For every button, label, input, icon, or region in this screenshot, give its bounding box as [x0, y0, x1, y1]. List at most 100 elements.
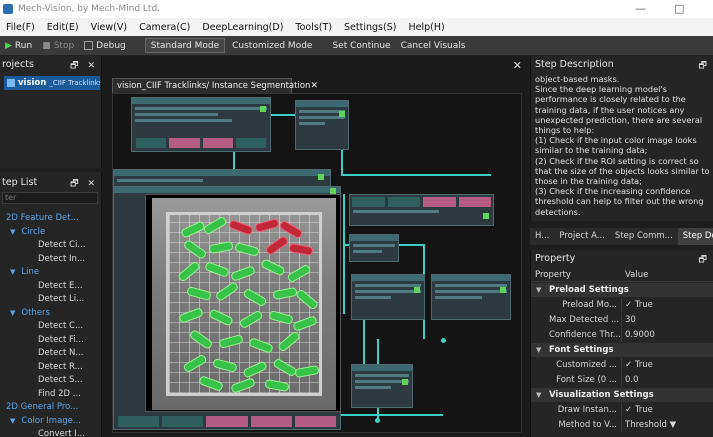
collapse-triangle-icon[interactable]: ▼: [536, 286, 541, 294]
project-item[interactable]: vision _CIIF Tracklinks: [4, 76, 100, 90]
panel-tab[interactable]: Step Des: [677, 228, 713, 245]
tree-category[interactable]: ▼ Circle: [0, 226, 102, 240]
tree-item[interactable]: Detect Ci...: [0, 239, 102, 253]
step-node[interactable]: [431, 274, 511, 320]
property-group-label: Preload Settings: [549, 285, 629, 295]
expand-triangle-icon[interactable]: ▼: [10, 417, 15, 425]
property-row[interactable]: Preload Mo... ✓ True: [531, 298, 713, 312]
output-dot[interactable]: [375, 418, 380, 423]
node-port[interactable]: [414, 287, 420, 293]
close-tab-icon[interactable]: ✕: [310, 81, 318, 91]
property-value[interactable]: 0.0: [625, 375, 639, 385]
node-port[interactable]: [318, 174, 324, 180]
step-list-panel-controls[interactable]: 🗗 ✕: [70, 176, 98, 192]
document-tab[interactable]: vision_CIIF Tracklinks/ Instance Segment…: [112, 78, 318, 93]
node-port[interactable]: [483, 213, 489, 219]
output-chip: [387, 197, 420, 207]
tree-item[interactable]: Detect In...: [0, 253, 102, 267]
property-group[interactable]: ▼ Preload Settings: [531, 283, 713, 297]
step-node[interactable]: [351, 364, 413, 408]
property-row[interactable]: Customized ... ✓ True: [531, 358, 713, 372]
property-key: Font Size (0 ...: [556, 375, 617, 385]
panel-tab[interactable]: H...: [530, 228, 554, 245]
stop-button[interactable]: ■ Stop: [37, 41, 79, 51]
segmentation-mask: [238, 309, 264, 330]
output-chip: [250, 416, 292, 427]
output-dot[interactable]: [441, 338, 446, 343]
maximize-icon[interactable]: □: [674, 2, 684, 15]
tree-item[interactable]: Detect C...: [0, 320, 102, 334]
output-chip: [294, 416, 337, 427]
menu-item[interactable]: Help(H): [402, 22, 450, 33]
menu-item[interactable]: Edit(E): [41, 22, 85, 33]
property-value[interactable]: ✓ True: [625, 405, 653, 415]
column-separator: [621, 403, 622, 417]
property-value[interactable]: ✓ True: [625, 360, 653, 370]
tree-item[interactable]: Detect E...: [0, 280, 102, 294]
tree-category[interactable]: 2D Feature Det...: [0, 212, 102, 226]
tree-item[interactable]: Detect S...: [0, 374, 102, 388]
node-port[interactable]: [260, 106, 266, 112]
pin-icon[interactable]: 🗗: [699, 58, 710, 74]
debug-checkbox[interactable]: [84, 41, 94, 50]
property-value[interactable]: 30: [625, 315, 636, 325]
tree-category[interactable]: ▼ Line: [0, 266, 102, 280]
projects-panel-controls[interactable]: 🗗 ✕: [70, 58, 98, 74]
property-value[interactable]: ✓ True: [625, 300, 653, 310]
tree-item[interactable]: Detect Fi...: [0, 334, 102, 348]
tree-item[interactable]: Detect N...: [0, 347, 102, 361]
step-node[interactable]: [351, 274, 425, 320]
segmentation-mask: [254, 218, 280, 233]
property-row[interactable]: Max Detected ... 30: [531, 313, 713, 327]
step-node[interactable]: [349, 194, 494, 226]
menu-item[interactable]: Camera(C): [133, 22, 196, 33]
tree-item[interactable]: Find 2D ...: [0, 388, 102, 402]
property-value[interactable]: Threshold ▼: [625, 420, 676, 430]
step-filter-input[interactable]: ter: [2, 192, 98, 204]
property-group[interactable]: ▼ Visualization Settings: [531, 388, 713, 402]
step-node[interactable]: [349, 234, 399, 262]
menu-item[interactable]: View(V): [85, 22, 133, 33]
run-button[interactable]: ▶ Run: [0, 41, 37, 51]
collapse-triangle-icon[interactable]: ▼: [536, 391, 541, 399]
menu-item[interactable]: DeepLearning(D): [196, 22, 289, 33]
node-port[interactable]: [500, 287, 506, 293]
property-row[interactable]: Method to V... Threshold ▼: [531, 418, 713, 432]
tree-item[interactable]: Convert I...: [0, 428, 102, 437]
customized-mode-button[interactable]: Customized Mode: [227, 41, 317, 51]
property-row[interactable]: Font Size (0 ... 0.0: [531, 373, 713, 387]
cancel-visuals-button[interactable]: Cancel Visuals: [396, 41, 471, 51]
output-chip: [136, 138, 167, 148]
property-group[interactable]: ▼ Font Settings: [531, 343, 713, 357]
graph-canvas[interactable]: [112, 93, 522, 433]
node-line: [135, 107, 267, 110]
property-value[interactable]: 0.9000: [625, 330, 655, 340]
menu-item[interactable]: File(F): [0, 22, 41, 33]
minimize-icon[interactable]: —: [635, 2, 646, 15]
panel-tab[interactable]: Step Comm...: [610, 228, 678, 245]
tree-label: Find 2D ...: [38, 388, 81, 399]
property-row[interactable]: Confidence Thr... 0.9000: [531, 328, 713, 342]
collapse-triangle-icon[interactable]: ▼: [536, 346, 541, 354]
menu-item[interactable]: Tools(T): [289, 22, 338, 33]
tree-category[interactable]: 2D General Pro...: [0, 401, 102, 415]
expand-triangle-icon[interactable]: ▼: [10, 228, 15, 236]
debug-toggle[interactable]: Debug: [79, 41, 131, 51]
standard-mode-button[interactable]: Standard Mode: [144, 38, 226, 53]
step-node[interactable]: [131, 97, 271, 152]
tree-item[interactable]: Detect Li...: [0, 293, 102, 307]
expand-triangle-icon[interactable]: ▼: [10, 268, 15, 276]
close-editor-icon[interactable]: ✕: [513, 59, 522, 72]
expand-triangle-icon[interactable]: ▼: [10, 309, 15, 317]
tree-category[interactable]: ▼ Others: [0, 307, 102, 321]
step-node[interactable]: [295, 100, 349, 150]
set-continue-button[interactable]: Set Continue: [327, 41, 395, 51]
menu-item[interactable]: Settings(S): [338, 22, 402, 33]
pin-icon[interactable]: 🗗: [699, 252, 710, 268]
panel-tab[interactable]: Project A...: [554, 228, 610, 245]
tree-category[interactable]: ▼ Color Image...: [0, 415, 102, 429]
node-port[interactable]: [339, 111, 345, 117]
tree-item[interactable]: Detect R...: [0, 361, 102, 375]
node-port[interactable]: [402, 379, 408, 385]
property-row[interactable]: Draw Instan... ✓ True: [531, 403, 713, 417]
